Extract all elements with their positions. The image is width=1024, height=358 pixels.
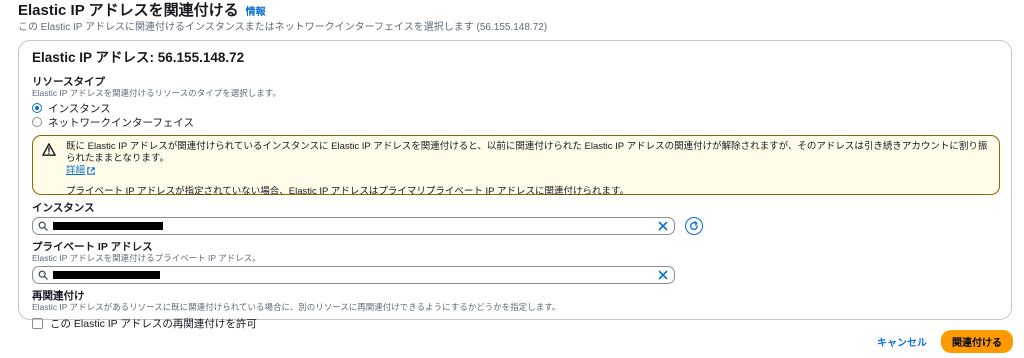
allow-reassociation-label: この Elastic IP アドレスの再関連付けを許可 — [50, 318, 257, 330]
cancel-button[interactable]: キャンセル — [873, 331, 931, 352]
search-icon — [38, 221, 48, 231]
instance-label: インスタンス — [32, 202, 95, 214]
resource-type-label: リソースタイプ — [32, 76, 105, 88]
instance-search-input[interactable] — [32, 217, 675, 235]
page-header: Elastic IP アドレスを関連付ける 情報 この Elastic IP ア… — [18, 2, 1014, 34]
private-ip-section: プライベート IP アドレス Elastic IP アドレスを関連付けるプライベ… — [32, 241, 998, 284]
private-ip-search-input[interactable] — [32, 266, 675, 284]
redacted-private-ip-value — [53, 271, 160, 279]
radio-label-network-interface: ネットワークインターフェイス — [48, 116, 195, 129]
panel-title: Elastic IP アドレス: 56.155.148.72 — [32, 50, 245, 65]
clear-icon[interactable] — [658, 270, 668, 280]
allow-reassociation-checkbox[interactable] — [32, 318, 43, 329]
footer-actions: キャンセル 関連付ける — [873, 330, 1013, 353]
warning-alert: 既に Elastic IP アドレスが関連付けられているインスタンスに Elas… — [32, 135, 1000, 197]
search-icon — [38, 270, 48, 280]
external-link-icon — [87, 167, 95, 175]
learn-more-label: 詳細 — [66, 165, 86, 176]
radio-label-instance: インスタンス — [48, 102, 111, 115]
reassociation-label: 再関連付け — [32, 290, 85, 302]
instance-input-row — [32, 217, 998, 235]
warning-note: プライベート IP アドレスが指定されていない場合、Elastic IP アドレ… — [66, 186, 629, 197]
radio-button-instance[interactable] — [32, 103, 42, 113]
page-description: この Elastic IP アドレスに関連付けるインスタンスまたはネットワークイ… — [18, 22, 548, 33]
radio-option-network-interface[interactable]: ネットワークインターフェイス — [32, 115, 998, 129]
warning-message: 既に Elastic IP アドレスが関連付けられているインスタンスに Elas… — [66, 141, 988, 164]
radio-button-network-interface[interactable] — [32, 117, 42, 127]
warning-link-row: 詳細 — [66, 165, 989, 177]
eip-panel: Elastic IP アドレス: 56.155.148.72 リソースタイプ E… — [18, 40, 1012, 330]
warning-icon — [42, 143, 56, 156]
associate-button[interactable]: 関連付ける — [941, 330, 1013, 353]
radio-option-instance[interactable]: インスタンス — [32, 101, 998, 115]
resource-type-section: リソースタイプ Elastic IP アドレスを関連付けるリソースのタイプを選択… — [32, 76, 998, 129]
page-title: Elastic IP アドレスを関連付ける — [18, 2, 239, 19]
associate-eip-page: Elastic IP アドレスを関連付ける 情報 この Elastic IP ア… — [0, 0, 1024, 358]
reassociation-section: 再関連付け Elastic IP アドレスがあるリソースに既に関連付けられている… — [32, 290, 998, 331]
title-row: Elastic IP アドレスを関連付ける 情報 — [18, 2, 1014, 20]
info-link[interactable]: 情報 — [246, 3, 266, 18]
learn-more-link[interactable]: 詳細 — [66, 165, 95, 177]
private-ip-label: プライベート IP アドレス — [32, 241, 153, 253]
warning-text: 既に Elastic IP アドレスが関連付けられているインスタンスに Elas… — [66, 141, 989, 165]
refresh-icon — [690, 221, 699, 230]
private-ip-description: Elastic IP アドレスを関連付けるプライベート IP アドレス。 — [32, 253, 261, 263]
redacted-instance-value — [53, 222, 163, 230]
reassociation-description: Elastic IP アドレスがあるリソースに既に関連付けられている場合に、別の… — [32, 302, 561, 312]
allow-reassociation-option[interactable]: この Elastic IP アドレスの再関連付けを許可 — [32, 316, 998, 331]
refresh-button[interactable] — [685, 217, 703, 235]
resource-type-description: Elastic IP アドレスを関連付けるリソースのタイプを選択します。 — [32, 88, 281, 98]
instance-section: インスタンス — [32, 202, 998, 235]
clear-icon[interactable] — [658, 221, 668, 231]
